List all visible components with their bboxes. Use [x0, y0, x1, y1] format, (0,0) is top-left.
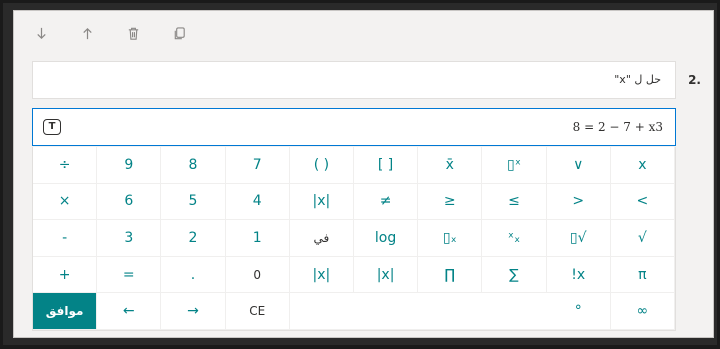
- arrow-up-icon: [82, 27, 92, 39]
- key-nth-root[interactable]: ▯√: [546, 220, 611, 257]
- key-minus[interactable]: -: [33, 220, 98, 257]
- move-down-button[interactable]: [28, 20, 54, 46]
- key-product[interactable]: ∏: [418, 256, 483, 294]
- key-or[interactable]: ∨: [546, 147, 611, 184]
- key-greater-equal[interactable]: ≥: [418, 183, 483, 221]
- key-brackets[interactable]: [ ]: [353, 147, 419, 184]
- key-1[interactable]: 1: [225, 220, 290, 257]
- question-text: حل ل "x": [614, 73, 661, 86]
- key-greater[interactable]: >: [546, 183, 611, 221]
- key-5[interactable]: 5: [161, 183, 226, 221]
- key-abs-3[interactable]: |x|: [353, 256, 419, 294]
- move-up-button[interactable]: [74, 20, 100, 46]
- key-x[interactable]: x: [610, 147, 675, 184]
- copy-button[interactable]: [166, 20, 192, 46]
- trash-icon: [128, 27, 138, 40]
- question-toolbar: [28, 19, 192, 47]
- key-4[interactable]: 4: [225, 183, 290, 221]
- key-less-equal[interactable]: ≤: [482, 183, 547, 221]
- question-text-field[interactable]: حل ل "x": [32, 61, 676, 99]
- key-in[interactable]: في: [289, 220, 354, 257]
- key-plus[interactable]: +: [33, 256, 98, 294]
- math-expression: 8 = 2 − 7 + x3: [572, 120, 663, 134]
- key-7[interactable]: 7: [225, 147, 290, 184]
- key-multiply[interactable]: ×: [33, 183, 98, 221]
- key-power-subscript[interactable]: ˣₓ: [482, 220, 547, 257]
- key-factorial[interactable]: !x: [546, 256, 611, 294]
- math-keypad: ÷ 9 8 7 ( ) [ ] x̄ ▯ˣ ∨ x × 6 5 4 |x| ≠ …: [32, 147, 676, 331]
- key-degree[interactable]: °: [546, 293, 611, 330]
- key-square-root[interactable]: √: [610, 220, 675, 257]
- key-absolute[interactable]: |x|: [289, 183, 354, 221]
- key-9[interactable]: 9: [97, 147, 162, 184]
- key-2[interactable]: 2: [161, 220, 226, 257]
- key-log[interactable]: log: [353, 220, 419, 257]
- key-equals[interactable]: =: [97, 256, 162, 294]
- copy-icon: [174, 26, 185, 39]
- keypad-empty-area: [289, 293, 547, 330]
- key-power[interactable]: ▯ˣ: [482, 147, 547, 184]
- delete-button[interactable]: [120, 20, 146, 46]
- key-6[interactable]: 6: [97, 183, 162, 221]
- key-infinity[interactable]: ∞: [610, 293, 675, 330]
- key-not-equal[interactable]: ≠: [353, 183, 419, 221]
- key-parentheses[interactable]: ( ): [289, 147, 354, 184]
- key-decimal[interactable]: .: [161, 256, 226, 294]
- key-cursor-left[interactable]: ←: [97, 293, 162, 330]
- arrow-down-icon: [36, 27, 46, 39]
- key-fraction[interactable]: x̄: [418, 147, 483, 184]
- key-divide[interactable]: ÷: [33, 147, 98, 184]
- key-sum[interactable]: ∑: [482, 256, 547, 294]
- key-8[interactable]: 8: [161, 147, 226, 184]
- question-number: 2.: [688, 73, 701, 87]
- ok-button[interactable]: موافق: [33, 293, 98, 330]
- key-less[interactable]: <: [610, 183, 675, 221]
- key-pi[interactable]: π: [610, 256, 675, 294]
- text-format-icon[interactable]: T: [43, 119, 61, 135]
- key-3[interactable]: 3: [97, 220, 162, 257]
- key-clear-entry[interactable]: CE: [225, 293, 290, 330]
- math-question-panel: 2. حل ل "x" T 8 = 2 − 7 + x3 ÷ 9 8 7 ( )…: [13, 10, 714, 338]
- key-cursor-right[interactable]: →: [161, 293, 226, 330]
- math-answer-input[interactable]: T 8 = 2 − 7 + x3: [32, 108, 676, 146]
- key-subscript[interactable]: ▯ₓ: [418, 220, 483, 257]
- key-0[interactable]: 0: [225, 256, 290, 294]
- key-abs-2[interactable]: |x|: [289, 256, 354, 294]
